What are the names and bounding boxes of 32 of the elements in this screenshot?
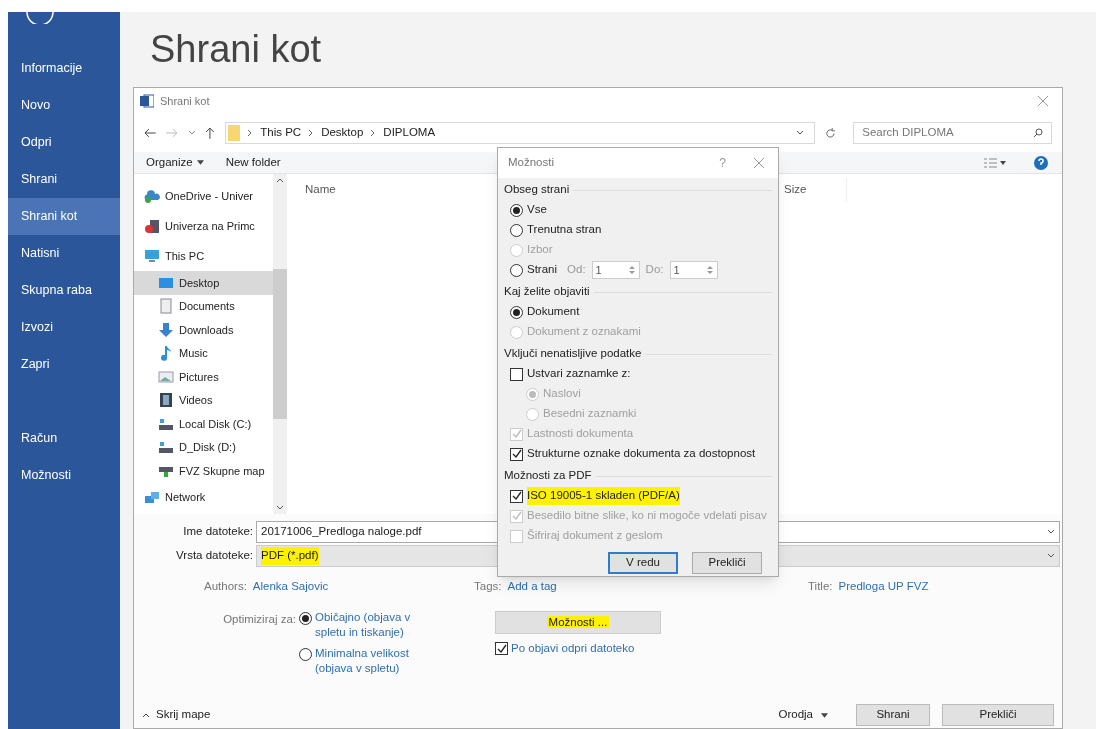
group-title: Možnosti za PDF [504,468,592,484]
field-label: Vrsta datoteke: [175,548,254,564]
option-label: Strani [527,262,558,278]
option-label: Trenutna stran [527,222,602,238]
group-title: Obseg strani [504,182,570,198]
option-label: Naslovi [543,386,581,402]
radio-label: Minimalna velikost (objava v spletu) [315,646,410,676]
option-label: ISO 19005-1 skladen (PDF/A) [527,487,680,505]
option-label: Šifriraj dokument z geslom [527,528,663,544]
option-label: Ustvari zaznamke z: [527,366,631,382]
group-title: Vključi nenatisljive podatke [504,346,642,362]
option-label: Lastnosti dokumenta [527,426,634,442]
page-title: Shrani kot [149,27,323,72]
meta-label: Title: [808,579,833,595]
option-label: Strukturne oznake dokumenta za dostopnost [527,446,756,462]
dialog-title: Shrani kot [160,93,210,109]
field-label: Ime datoteke: [182,524,254,540]
range-label: Od: [567,262,586,278]
option-label: Besedilo bitne slike, ko ni mogoče vdelati pisav [527,508,767,524]
group-title: Kaj želite objaviti [504,284,590,300]
meta-label: Authors: [204,579,247,595]
options-title: Možnosti [508,155,555,171]
option-label: Izbor [527,242,553,258]
checkbox-label: Po objavi odpri datoteko [511,641,635,656]
option-label: Vse [527,202,547,218]
option-label: Dokument z oznakami [527,324,641,340]
option-label: Dokument [527,304,580,320]
option-label: Besedni zaznamki [543,406,637,422]
optimize-label: Optimiziraj za: [222,612,296,627]
radio-label: Običajno (objava v spletu in tiskanje) [315,610,412,640]
meta-label: Tags: [474,579,502,595]
range-label: Do: [645,262,664,278]
